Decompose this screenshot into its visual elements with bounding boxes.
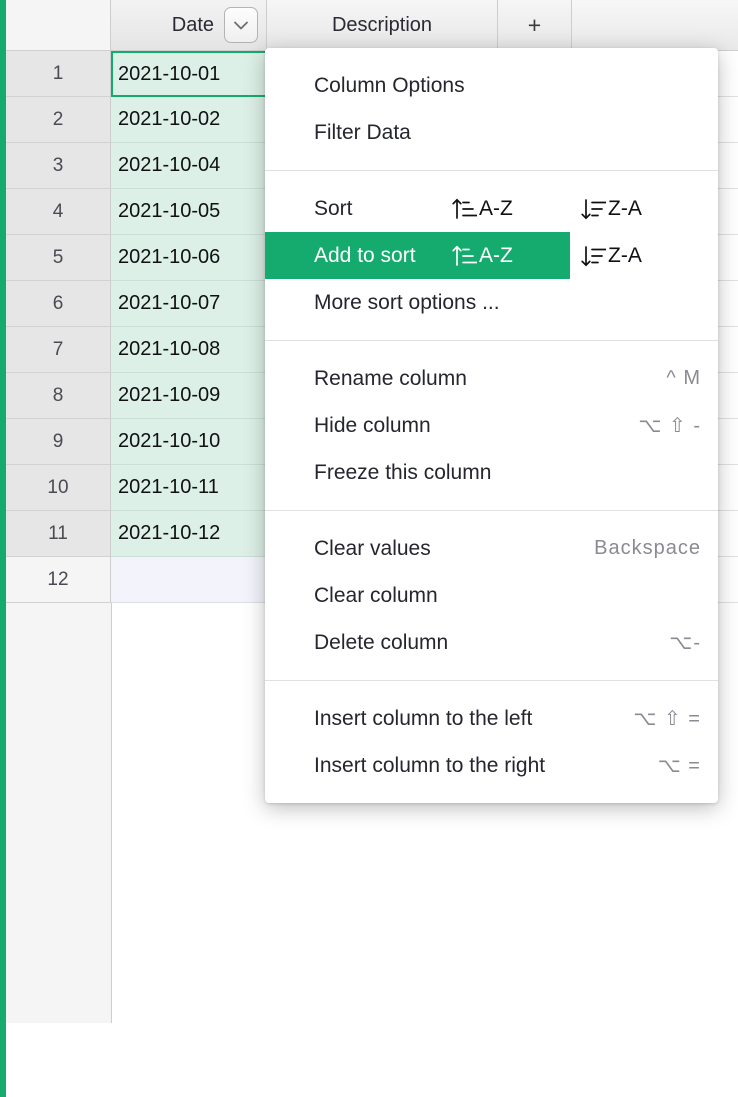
menu-item-shortcut: ^ M bbox=[666, 367, 701, 390]
menu-item-column-options[interactable]: Column Options bbox=[265, 62, 718, 109]
menu-item-insert-column-right[interactable]: Insert column to the right ⌥ = bbox=[265, 742, 718, 789]
row-number-cell[interactable]: 11 bbox=[6, 511, 111, 557]
sort-ascending-icon bbox=[451, 197, 477, 221]
row-number-cell[interactable]: 4 bbox=[6, 189, 111, 235]
row-number-cell[interactable]: 3 bbox=[6, 143, 111, 189]
menu-item-filter-data[interactable]: Filter Data bbox=[265, 109, 718, 156]
sort-ascending-icon bbox=[451, 244, 477, 268]
header-filler bbox=[572, 0, 738, 50]
left-accent-bar bbox=[0, 0, 6, 1097]
cell-date[interactable]: 2021-10-10 bbox=[111, 419, 267, 465]
menu-item-clear-column[interactable]: Clear column bbox=[265, 572, 718, 619]
cell-date[interactable]: 2021-10-02 bbox=[111, 97, 267, 143]
row-number-cell[interactable]: 9 bbox=[6, 419, 111, 465]
cell-date[interactable]: 2021-10-09 bbox=[111, 373, 267, 419]
menu-item-shortcut: ⌥ = bbox=[658, 753, 701, 778]
menu-item-rename-column[interactable]: Rename column ^ M bbox=[265, 355, 718, 402]
cell-date[interactable] bbox=[111, 557, 267, 603]
menu-item-hide-column[interactable]: Hide column ⌥ ⇧ - bbox=[265, 402, 718, 449]
cell-date[interactable]: 2021-10-04 bbox=[111, 143, 267, 189]
menu-item-clear-values[interactable]: Clear values Backspace bbox=[265, 525, 718, 572]
row-number-cell[interactable]: 10 bbox=[6, 465, 111, 511]
cell-date[interactable]: 2021-10-01 bbox=[111, 51, 267, 97]
column-header-description[interactable]: Description bbox=[267, 0, 498, 50]
row-number-cell[interactable]: 5 bbox=[6, 235, 111, 281]
add-column-button[interactable]: + bbox=[498, 0, 572, 50]
sort-button-sort-asc[interactable]: A-Z bbox=[441, 185, 570, 232]
menu-item-shortcut: Backspace bbox=[594, 537, 701, 560]
cell-date[interactable]: 2021-10-05 bbox=[111, 189, 267, 235]
sort-button-add-sort-asc[interactable]: A-Z bbox=[441, 232, 570, 279]
sort-button-label: A-Z bbox=[479, 197, 513, 221]
cell-date[interactable]: 2021-10-06 bbox=[111, 235, 267, 281]
chevron-down-icon bbox=[233, 20, 249, 31]
cell-date[interactable]: 2021-10-11 bbox=[111, 465, 267, 511]
row-number-cell[interactable]: 6 bbox=[6, 281, 111, 327]
sort-descending-icon bbox=[580, 197, 606, 221]
sort-ascending-icon bbox=[451, 244, 477, 268]
row-number-cell[interactable]: 2 bbox=[6, 97, 111, 143]
menu-item-shortcut: ⌥ ⇧ = bbox=[633, 706, 701, 731]
row-number-cell[interactable]: 8 bbox=[6, 373, 111, 419]
sort-button-label: A-Z bbox=[479, 244, 513, 268]
menu-group-insert: Insert column to the left⌥ ⇧ =Insert col… bbox=[265, 680, 718, 803]
column-header-date-label: Date bbox=[172, 14, 214, 37]
menu-item-label: Insert column to the right bbox=[314, 754, 545, 778]
menu-group-column-structure: Rename column ^ M Hide column ⌥ ⇧ - Freeze t… bbox=[265, 340, 718, 510]
sort-button-sort-desc[interactable]: Z-A bbox=[570, 185, 699, 232]
cell-date[interactable]: 2021-10-08 bbox=[111, 327, 267, 373]
menu-group-column-actions: Column Options Filter Data bbox=[265, 48, 718, 170]
menu-item-insert-column-left[interactable]: Insert column to the left ⌥ ⇧ = bbox=[265, 695, 718, 742]
menu-item-label: Clear values bbox=[314, 537, 431, 561]
sort-descending-icon bbox=[580, 244, 606, 268]
sort-ascending-icon bbox=[451, 197, 477, 221]
column-dropdown-button[interactable] bbox=[224, 7, 258, 43]
menu-item-label: Insert column to the left bbox=[314, 707, 532, 731]
menu-item-add-to-sort[interactable]: Add to sort A-Z Z-A bbox=[265, 232, 718, 279]
menu-item-sort[interactable]: Sort A-Z Z-A bbox=[265, 185, 718, 232]
sort-button-label: Z-A bbox=[608, 244, 642, 268]
column-context-menu[interactable]: Column OptionsFilter DataSortA-ZZ-AAdd t… bbox=[265, 48, 718, 803]
row-number-cell[interactable]: 7 bbox=[6, 327, 111, 373]
select-all-corner-cell[interactable] bbox=[6, 0, 111, 50]
menu-item-label: More sort options ... bbox=[314, 291, 500, 315]
cell-date[interactable]: 2021-10-12 bbox=[111, 511, 267, 557]
menu-item-label: Freeze this column bbox=[314, 461, 491, 485]
sort-button-label: Z-A bbox=[608, 197, 642, 221]
below-table-rownum-gutter bbox=[6, 603, 112, 1023]
column-header-description-label: Description bbox=[332, 14, 432, 37]
menu-item-label: Clear column bbox=[314, 584, 438, 608]
menu-group-sort: Sort A-Z Z-A Add to sort A-Z Z-A More sort opt… bbox=[265, 170, 718, 340]
column-header-date[interactable]: Date bbox=[111, 0, 267, 50]
menu-item-label: Sort bbox=[265, 197, 441, 221]
menu-item-shortcut: ⌥- bbox=[669, 630, 701, 655]
sort-button-add-sort-desc[interactable]: Z-A bbox=[570, 232, 699, 279]
menu-item-label: Column Options bbox=[314, 74, 465, 98]
menu-item-label: Delete column bbox=[314, 631, 448, 655]
column-header-row: Date Description + bbox=[6, 0, 738, 51]
add-column-label: + bbox=[528, 12, 541, 39]
row-number-cell[interactable]: 12 bbox=[6, 557, 111, 603]
menu-item-more-sort-options[interactable]: More sort options ... bbox=[265, 279, 718, 326]
menu-item-label: Hide column bbox=[314, 414, 431, 438]
menu-group-clear-delete: Clear values Backspace Clear column Delete … bbox=[265, 510, 718, 680]
menu-item-label: Rename column bbox=[314, 367, 467, 391]
menu-item-delete-column[interactable]: Delete column ⌥- bbox=[265, 619, 718, 666]
menu-item-label: Filter Data bbox=[314, 121, 411, 145]
menu-item-freeze-this-column[interactable]: Freeze this column bbox=[265, 449, 718, 496]
cell-date[interactable]: 2021-10-07 bbox=[111, 281, 267, 327]
menu-item-shortcut: ⌥ ⇧ - bbox=[638, 413, 701, 438]
sort-descending-icon bbox=[580, 197, 606, 221]
sort-descending-icon bbox=[580, 244, 606, 268]
menu-item-label: Add to sort bbox=[265, 232, 441, 279]
row-number-cell[interactable]: 1 bbox=[6, 51, 111, 97]
